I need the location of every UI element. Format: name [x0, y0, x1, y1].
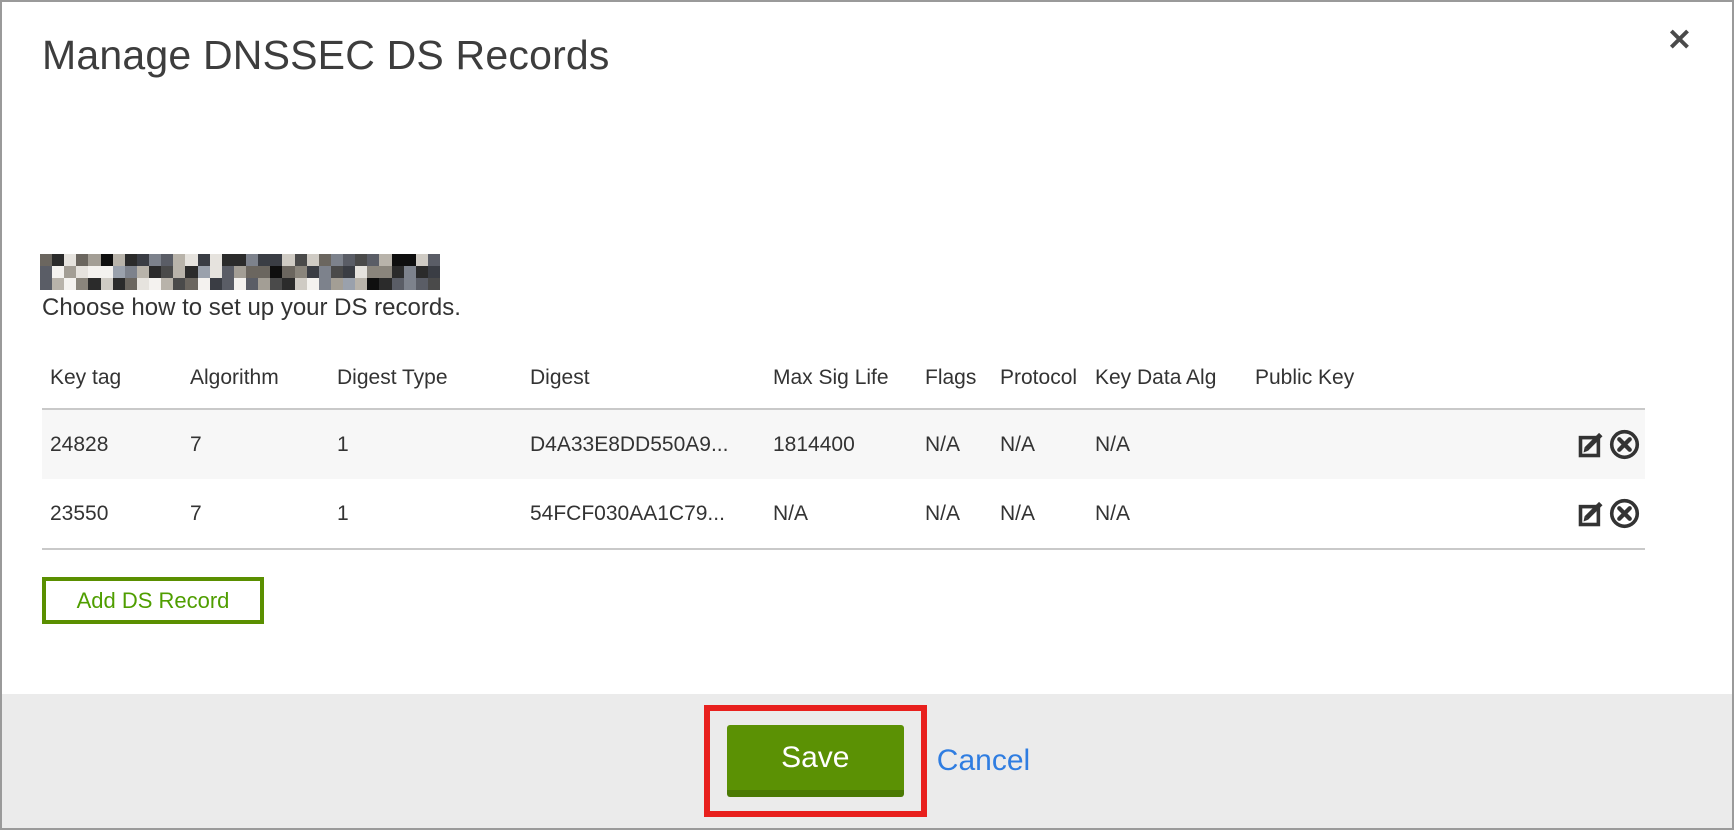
cancel-link[interactable]: Cancel [937, 744, 1030, 778]
col-header-public-key: Public Key [1247, 340, 1395, 409]
col-header-actions [1395, 340, 1645, 409]
col-header-protocol: Protocol [992, 340, 1087, 409]
table-header-row: Key tag Algorithm Digest Type Digest Max… [42, 340, 1645, 409]
instruction-text: Choose how to set up your DS records. [42, 294, 461, 322]
edit-icon [1575, 518, 1608, 533]
delete-circle-x-icon [1608, 518, 1641, 533]
manage-dnssec-modal: Manage DNSSEC DS Records ✕ Choose how to… [0, 0, 1734, 830]
delete-record-button[interactable] [1608, 497, 1641, 530]
save-button[interactable]: Save [727, 725, 904, 797]
col-header-algorithm: Algorithm [182, 340, 329, 409]
cell-public-key [1247, 409, 1395, 479]
col-header-digest: Digest [522, 340, 765, 409]
edit-record-button[interactable] [1575, 428, 1608, 461]
col-header-key-data-alg: Key Data Alg [1087, 340, 1247, 409]
add-ds-record-button[interactable]: Add DS Record [42, 577, 264, 624]
red-annotation-rectangle: Save [704, 705, 927, 817]
delete-record-button[interactable] [1608, 428, 1641, 461]
redacted-domain-name [40, 254, 440, 290]
close-icon[interactable]: ✕ [1667, 26, 1692, 56]
col-header-flags: Flags [917, 340, 992, 409]
cell-max-sig-life: 1814400 [765, 409, 917, 479]
cell-digest: D4A33E8DD550A9... [522, 409, 765, 479]
cell-flags: N/A [917, 409, 992, 479]
edit-icon [1575, 449, 1608, 464]
col-header-max-sig-life: Max Sig Life [765, 340, 917, 409]
modal-footer: Save Cancel [2, 694, 1732, 828]
cell-protocol: N/A [992, 479, 1087, 549]
cell-key-tag: 23550 [42, 479, 182, 549]
cell-key-tag: 24828 [42, 409, 182, 479]
cell-digest-type: 1 [329, 479, 522, 549]
page-title: Manage DNSSEC DS Records [42, 32, 610, 79]
col-header-key-tag: Key tag [42, 340, 182, 409]
cell-digest: 54FCF030AA1C79... [522, 479, 765, 549]
cell-key-data-alg: N/A [1087, 479, 1247, 549]
edit-record-button[interactable] [1575, 497, 1608, 530]
ds-records-table: Key tag Algorithm Digest Type Digest Max… [42, 340, 1645, 550]
cell-key-data-alg: N/A [1087, 409, 1247, 479]
cell-algorithm: 7 [182, 409, 329, 479]
cell-digest-type: 1 [329, 409, 522, 479]
cell-max-sig-life: N/A [765, 479, 917, 549]
cell-protocol: N/A [992, 409, 1087, 479]
delete-circle-x-icon [1608, 449, 1641, 464]
cell-flags: N/A [917, 479, 992, 549]
table-row: 23550 7 1 54FCF030AA1C79... N/A N/A N/A … [42, 479, 1645, 549]
table-row: 24828 7 1 D4A33E8DD550A9... 1814400 N/A … [42, 409, 1645, 479]
cell-algorithm: 7 [182, 479, 329, 549]
cell-public-key [1247, 479, 1395, 549]
col-header-digest-type: Digest Type [329, 340, 522, 409]
